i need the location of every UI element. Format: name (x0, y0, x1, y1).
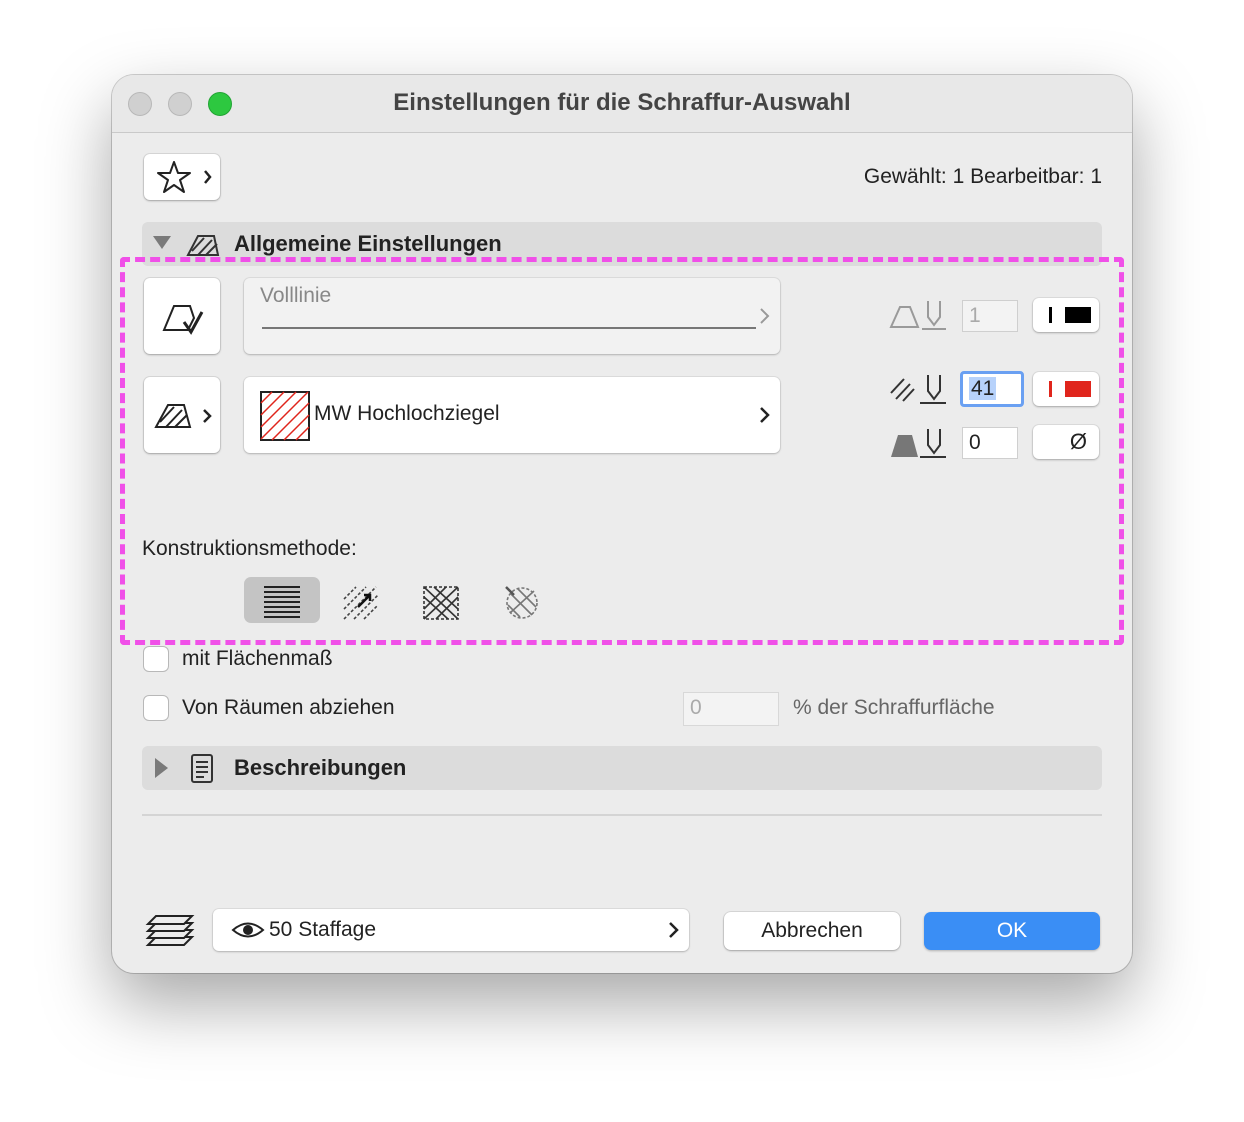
background-pen-input[interactable]: 0 (962, 427, 1018, 459)
fill-pen-input[interactable]: 41 (960, 371, 1024, 407)
ok-button[interactable]: OK (924, 912, 1100, 950)
contour-toggle-button[interactable] (144, 278, 220, 354)
line-type-label: Volllinie (260, 284, 332, 307)
hatch-fill-icon (154, 404, 212, 428)
fill-pen-icon (890, 375, 946, 404)
cancel-button[interactable]: Abbrechen (724, 912, 900, 950)
fill-type-selector[interactable]: MW Hochlochziegel (244, 377, 780, 453)
area-checkbox-label: mit Flächenmaß (182, 647, 333, 670)
eye-icon (231, 922, 265, 938)
background-pen-icon (891, 429, 946, 458)
fill-pen-color-swatch (1065, 381, 1091, 397)
window-title: Einstellungen für die Schraffur-Auswahl (393, 89, 851, 116)
parallel-lines-icon (264, 586, 300, 618)
distorted-hatch-icon (423, 586, 459, 620)
radial-hatch-icon (505, 586, 538, 619)
chevron-right-icon (760, 308, 770, 324)
document-icon (191, 754, 213, 783)
method-radial-button[interactable] (484, 577, 560, 623)
line-type-preview (262, 327, 756, 329)
star-icon (157, 161, 212, 193)
contour-pen-icon (889, 301, 946, 330)
disclosure-triangle-closed-icon (155, 758, 168, 778)
settings-dialog: Einstellungen für die Schraffur-Auswahl … (112, 75, 1132, 973)
empty-set-icon: Ø (1069, 429, 1087, 454)
area-checkbox[interactable] (144, 647, 168, 671)
fill-pattern-swatch-icon (260, 391, 310, 441)
hatch-section-icon (186, 235, 220, 256)
layers-icon (145, 915, 195, 946)
disclosure-triangle-open-icon (153, 236, 171, 249)
contour-check-icon (162, 305, 204, 335)
method-distorted-button[interactable] (404, 577, 480, 623)
line-type-selector[interactable]: Volllinie (244, 278, 780, 354)
layer-selector[interactable]: 50 Staffage (213, 909, 689, 951)
general-settings-header[interactable]: Allgemeine Einstellungen (142, 222, 1102, 266)
rotated-hatch-icon (343, 586, 379, 620)
construction-method-label: Konstruktionsmethode: (142, 537, 357, 560)
title-bar: Einstellungen für die Schraffur-Auswahl (112, 75, 1132, 133)
chevron-right-icon (669, 922, 679, 938)
divider (142, 814, 1102, 816)
descriptions-header[interactable]: Beschreibungen (142, 746, 1102, 790)
fill-pen-color-button[interactable] (1033, 372, 1099, 406)
contour-pen-input[interactable]: 1 (962, 300, 1018, 332)
method-parallel-button[interactable] (244, 577, 320, 623)
subtract-checkbox[interactable] (144, 696, 168, 720)
subtract-checkbox-label: Von Räumen abziehen (182, 696, 395, 719)
chevron-right-icon (760, 407, 770, 423)
subtract-percent-input[interactable]: 0 (683, 692, 779, 726)
descriptions-title: Beschreibungen (234, 755, 407, 780)
contour-pen-color-swatch (1065, 307, 1091, 323)
fill-type-label: MW Hochlochziegel (314, 402, 500, 425)
fill-type-menu-button[interactable] (144, 377, 220, 453)
general-settings-title: Allgemeine Einstellungen (234, 231, 502, 256)
subtract-percent-suffix: % der Schraffurfläche (793, 696, 995, 719)
method-rotated-button[interactable] (324, 577, 400, 623)
selection-counts: Gewählt: 1 Bearbeitbar: 1 (863, 165, 1102, 188)
background-pen-color-button[interactable]: Ø (1033, 425, 1099, 459)
favorites-button[interactable] (144, 154, 220, 200)
layer-label: 50 Staffage (269, 918, 377, 941)
contour-pen-color-button[interactable] (1033, 298, 1099, 332)
